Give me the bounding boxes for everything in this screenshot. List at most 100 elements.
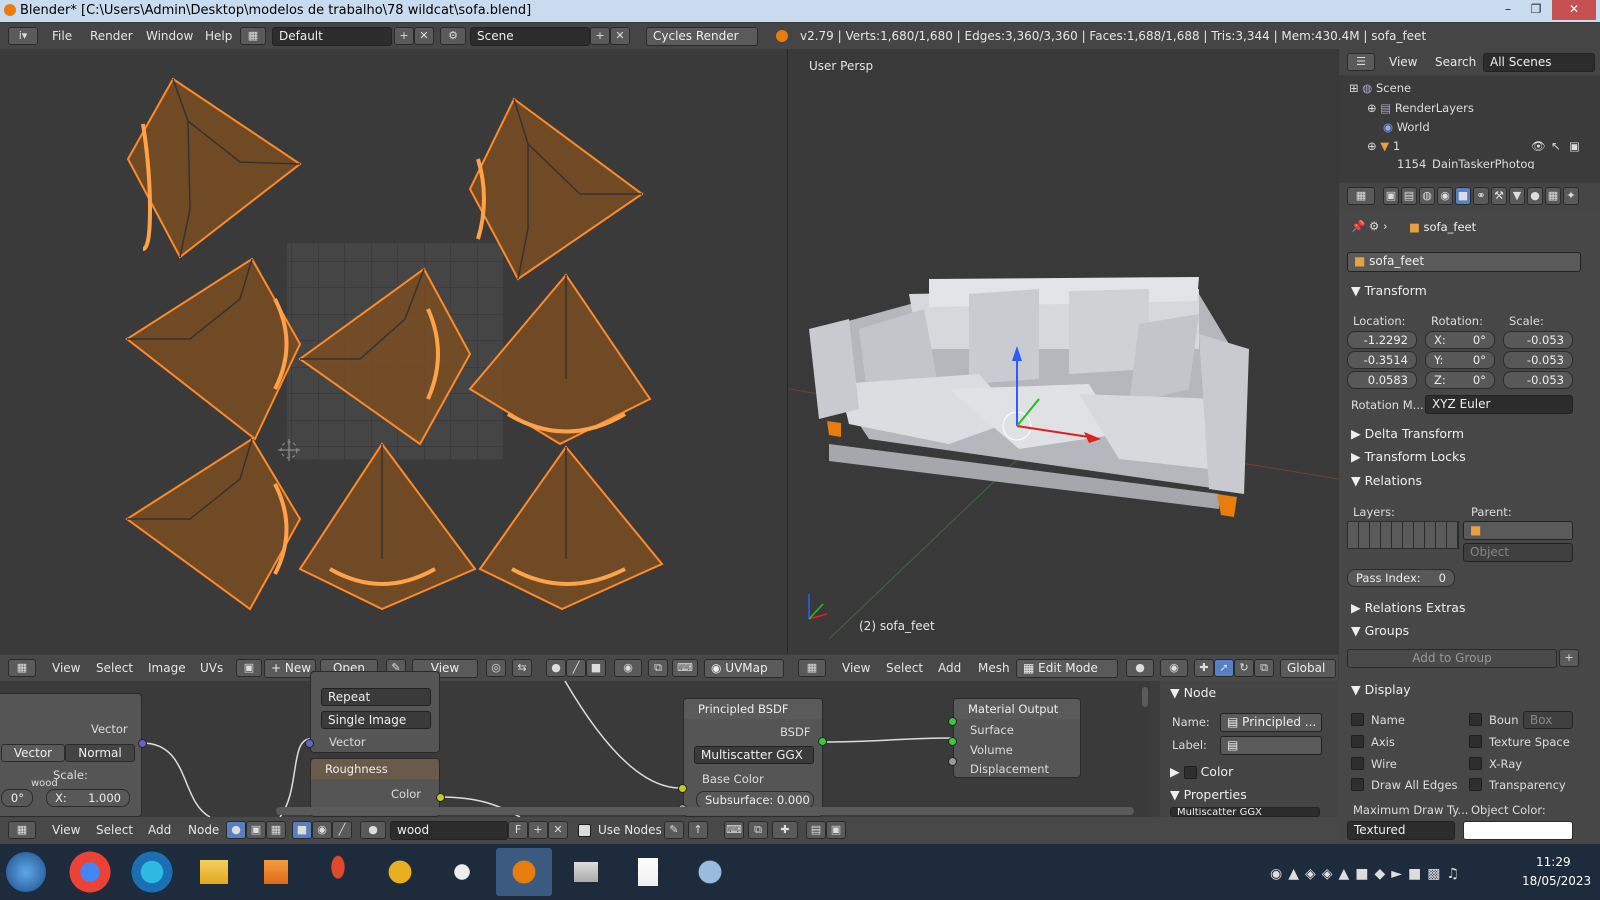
display-transparency-checkbox[interactable] — [1469, 778, 1482, 791]
render-icon[interactable]: ▣ — [1569, 139, 1580, 153]
unity-icon[interactable] — [434, 848, 490, 896]
node-menu-add[interactable]: Add — [148, 823, 171, 837]
material-browse-icon[interactable]: ● — [360, 821, 386, 839]
menu-file[interactable]: File — [52, 29, 72, 43]
node-color-checkbox[interactable] — [1183, 766, 1197, 779]
snap-node-icon[interactable]: ⌨ — [724, 821, 744, 839]
mode-select[interactable]: ▦ Edit Mode — [1016, 659, 1118, 678]
node-properties-dist[interactable]: Multiscatter GGX — [1170, 807, 1320, 817]
node-menu-node[interactable]: Node — [188, 823, 219, 837]
node-properties-header[interactable]: ▼ Properties — [1170, 787, 1247, 802]
parent-field[interactable]: ■ — [1463, 521, 1573, 540]
roughness-color-socket[interactable] — [436, 793, 445, 802]
image-texture-node[interactable]: Repeat Single Image Vector — [310, 671, 440, 753]
viewport-editor-icon[interactable]: ▦ — [798, 659, 826, 677]
chrome-icon[interactable] — [62, 848, 118, 896]
displacement-socket[interactable] — [948, 757, 957, 766]
object-shader-icon[interactable]: ■ — [292, 821, 312, 839]
app-icon[interactable] — [372, 848, 428, 896]
tab-data-icon[interactable]: ▼ — [1509, 187, 1525, 205]
bsdf-output-socket[interactable] — [818, 737, 827, 746]
node-label-field[interactable]: ▤ — [1220, 736, 1322, 755]
node-section-header[interactable]: ▼ Node — [1170, 685, 1216, 700]
window-app-icon[interactable] — [558, 848, 614, 896]
outliner-editor-icon[interactable]: ☰ — [1347, 53, 1375, 71]
scale-z[interactable]: -0.053 — [1503, 371, 1573, 389]
outliner-item-1[interactable]: ⊕ ▼ 1 — [1367, 139, 1400, 153]
image-repeat-select[interactable]: Repeat — [321, 688, 431, 706]
vp-menu-mesh[interactable]: Mesh — [978, 661, 1010, 675]
paste-nodes-icon[interactable]: ▣ — [826, 821, 846, 839]
image-source-select[interactable]: Single Image — [321, 711, 431, 729]
display-bounds-checkbox[interactable] — [1469, 713, 1482, 726]
remove-layout-icon[interactable]: ✕ — [414, 27, 434, 45]
orientation-select[interactable]: Global — [1280, 659, 1336, 678]
layout-select[interactable]: Default — [272, 27, 392, 46]
media-player-icon[interactable] — [248, 848, 304, 896]
eye-icon[interactable]: 👁 — [1531, 139, 1546, 153]
render-engine-select[interactable]: Cycles Render — [646, 27, 758, 46]
mapping-rotation-field[interactable]: 0° — [1, 789, 33, 807]
outliner-menu-view[interactable]: View — [1389, 55, 1417, 69]
shader-nodes-icon[interactable]: ● — [226, 821, 246, 839]
system-tray[interactable]: ◉▲◈◈▲■◆►■▩♫ — [1270, 866, 1465, 882]
vp-menu-add[interactable]: Add — [938, 661, 961, 675]
uvmap-select[interactable]: ◉ UVMap — [704, 659, 784, 678]
tab-modifiers-icon[interactable]: ⚒ — [1491, 187, 1507, 205]
menu-help[interactable]: Help — [205, 29, 232, 43]
outliner-item-renderlayers[interactable]: ⊕ ▤ RenderLayers — [1367, 101, 1474, 115]
uv-menu-image[interactable]: Image — [148, 661, 186, 675]
display-name-checkbox[interactable] — [1351, 713, 1364, 726]
transform-locks-header[interactable]: ▶ Transform Locks — [1351, 449, 1466, 464]
rotation-x[interactable]: X: 0° — [1425, 331, 1495, 349]
manipulator-icon[interactable]: ✚ — [1194, 659, 1214, 677]
pass-index-field[interactable]: Pass Index: 0 — [1347, 569, 1455, 587]
snap-element-icon[interactable]: ⧉ — [748, 821, 768, 839]
sticky-icon[interactable]: ⌨ — [672, 659, 698, 677]
volume-socket[interactable] — [948, 737, 957, 746]
add-layout-icon[interactable]: + — [394, 27, 414, 45]
parent-type-select[interactable]: Object — [1463, 543, 1573, 562]
shading-icon[interactable]: ● — [1126, 659, 1154, 677]
new-material-icon[interactable]: + — [528, 821, 548, 839]
principled-distribution-select[interactable]: Multiscatter GGX — [694, 746, 814, 764]
outliner-menu-search[interactable]: Search — [1435, 55, 1476, 69]
world-shader-icon[interactable]: ◉ — [312, 821, 332, 839]
object-color-swatch[interactable] — [1463, 821, 1573, 840]
node-editor-hscrollbar[interactable] — [276, 807, 1134, 815]
rotation-mode-select[interactable]: XYZ Euler — [1425, 395, 1573, 414]
surface-socket[interactable] — [948, 717, 957, 726]
fake-user-button[interactable]: F — [508, 821, 528, 839]
linestyle-icon[interactable]: ╱ — [332, 821, 352, 839]
outliner-item-scene[interactable]: ⊞ ◍ Scene — [1349, 81, 1411, 95]
vertex-select-icon[interactable]: ● — [546, 659, 566, 677]
vp-menu-select[interactable]: Select — [886, 661, 923, 675]
snap-target-icon[interactable]: ✚ — [772, 821, 798, 839]
node-editor-type-icon[interactable]: ▦ — [8, 821, 36, 839]
scene-icon[interactable]: ⚙ — [440, 27, 466, 45]
mapping-vector-socket[interactable] — [138, 739, 147, 748]
display-texture-space-checkbox[interactable] — [1469, 735, 1482, 748]
pin-breadcrumb-icon[interactable]: 📌 ⚙ › — [1351, 219, 1388, 233]
rotate-icon[interactable]: ↻ — [1234, 659, 1254, 677]
mapping-scale-x-field[interactable]: X: 1.000 — [46, 789, 130, 807]
tab-object-icon[interactable]: ■ — [1455, 187, 1471, 205]
rotation-z[interactable]: Z: 0° — [1425, 371, 1495, 389]
node-editor-vscrollbar[interactable] — [1142, 687, 1148, 707]
windows-start-icon[interactable] — [6, 852, 46, 892]
uv-editor[interactable] — [0, 49, 788, 654]
maximize-button[interactable]: ❐ — [1522, 0, 1550, 20]
location-x[interactable]: -1.2292 — [1347, 331, 1417, 349]
location-y[interactable]: -0.3514 — [1347, 351, 1417, 369]
delta-transform-header[interactable]: ▶ Delta Transform — [1351, 426, 1464, 441]
mapping-node[interactable]: Vector Vector Normal Scale: wood 0° X: 1.… — [0, 693, 142, 817]
relations-extras-header[interactable]: ▶ Relations Extras — [1351, 600, 1465, 615]
layers-grid[interactable] — [1347, 521, 1459, 549]
blender-taskbar-icon[interactable] — [496, 848, 552, 896]
tab-particles-icon[interactable]: ✦ — [1563, 187, 1579, 205]
mapping-tab-normal[interactable]: Normal — [65, 744, 135, 762]
pivot-icon[interactable]: ◎ — [486, 659, 506, 677]
node-editor[interactable]: Vector Vector Normal Scale: wood 0° X: 1.… — [0, 671, 1150, 817]
tab-constraints-icon[interactable]: ⚭ — [1473, 187, 1489, 205]
display-header[interactable]: ▼ Display — [1351, 682, 1411, 697]
